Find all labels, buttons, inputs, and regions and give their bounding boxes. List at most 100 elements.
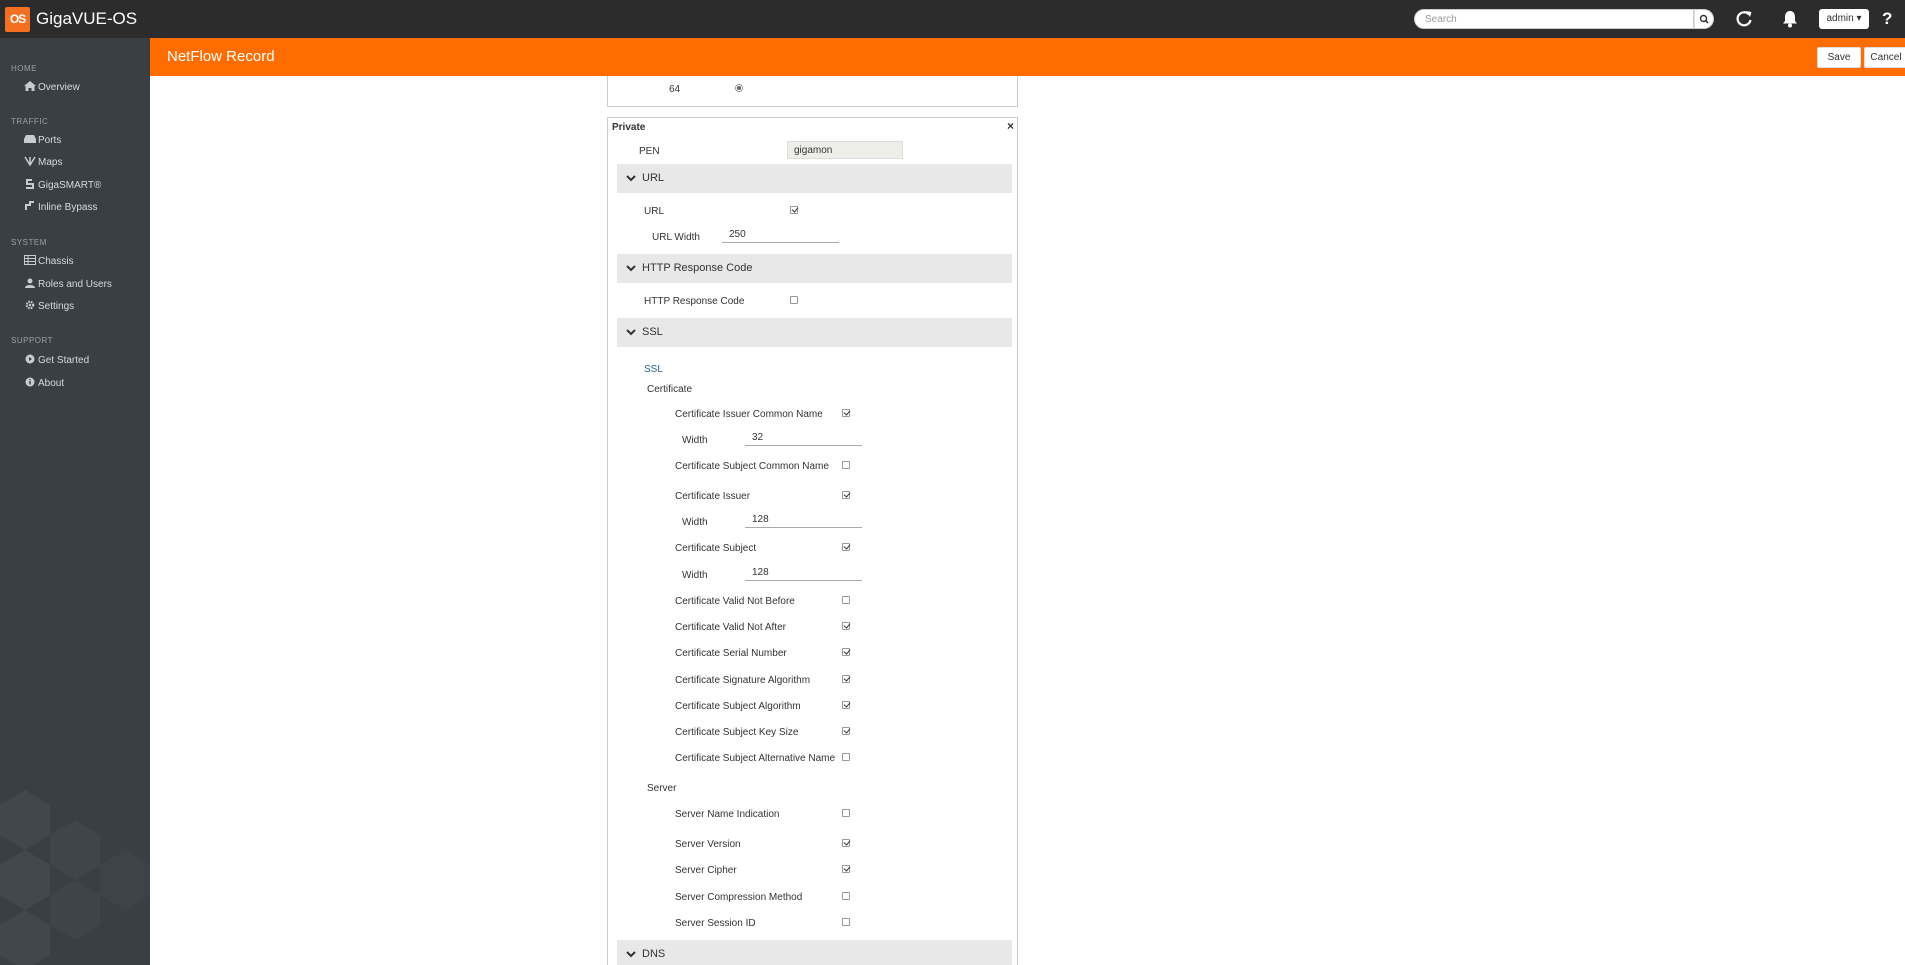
certificate-group-label: Certificate	[647, 384, 693, 395]
http-response-code-checkbox[interactable]	[790, 296, 798, 304]
chevron-down-icon	[626, 329, 636, 336]
url-label: URL	[644, 206, 665, 217]
server-cipher-checkbox[interactable]	[842, 865, 850, 873]
chassis-icon	[24, 255, 36, 265]
maps-icon	[24, 156, 36, 166]
gigasmart-icon	[26, 179, 34, 189]
url-width-label: URL Width	[652, 232, 700, 243]
cert-signature-algorithm-checkbox[interactable]	[842, 675, 850, 683]
sidebar-item-label: Chassis	[38, 256, 74, 267]
server-item-label: Server Session ID	[675, 918, 756, 929]
section-title: SSL	[642, 326, 663, 338]
server-version-checkbox[interactable]	[842, 839, 850, 847]
cert-subject-alternative-name-checkbox[interactable]	[842, 753, 850, 761]
option-value: 64	[669, 84, 681, 95]
app-logo[interactable]: OS	[5, 7, 30, 32]
url-checkbox[interactable]	[790, 206, 798, 214]
chevron-down-icon	[626, 175, 636, 182]
cert-item-label: Certificate Valid Not After	[675, 622, 786, 633]
user-icon	[25, 278, 35, 288]
cert-subject-key-size-checkbox[interactable]	[842, 727, 850, 735]
cert-item-label: Certificate Subject Alternative Name	[675, 753, 836, 764]
option-radio[interactable]	[735, 84, 743, 92]
sidebar-item-label: Ports	[38, 135, 62, 146]
server-item-label: Server Compression Method	[675, 892, 803, 903]
sidebar-item-overview[interactable]: Overview	[24, 80, 80, 96]
cert-valid-not-before-checkbox[interactable]	[842, 596, 850, 604]
cert-issuer-common-name-checkbox[interactable]	[842, 409, 850, 417]
cert-subject-checkbox[interactable]	[842, 543, 850, 551]
http-response-code-label: HTTP Response Code	[644, 296, 745, 307]
sidebar-item-settings[interactable]: Settings	[24, 299, 74, 315]
sidebar-section-support: SUPPORT	[11, 336, 54, 345]
ssl-label: SSL	[644, 364, 663, 375]
chevron-down-icon	[626, 265, 636, 272]
url-width-input[interactable]	[722, 227, 839, 243]
page-title: NetFlow Record	[167, 48, 275, 65]
sidebar-item-label: Overview	[38, 82, 80, 93]
cert-item-label: Certificate Subject Algorithm	[675, 701, 801, 712]
sidebar-section-home: HOME	[11, 64, 37, 73]
help-icon[interactable]: ?	[1882, 8, 1892, 30]
top-bar: OS GigaVUE-OS admin ▾ ?	[0, 0, 1905, 38]
cert-item-label: Certificate Subject Key Size	[675, 727, 799, 738]
user-menu-button[interactable]: admin ▾	[1819, 9, 1869, 29]
server-group-label: Server	[647, 783, 677, 794]
save-button[interactable]: Save	[1817, 47, 1861, 68]
cert-serial-number-checkbox[interactable]	[842, 648, 850, 656]
sidebar-item-roles-and-users[interactable]: Roles and Users	[24, 277, 112, 293]
server-name-indication-checkbox[interactable]	[842, 809, 850, 817]
server-compression-method-checkbox[interactable]	[842, 892, 850, 900]
cert-item-label: Certificate Issuer Common Name	[675, 409, 823, 420]
ssl-section-header[interactable]: SSL	[617, 318, 1012, 347]
dns-section-header[interactable]: DNS	[617, 940, 1012, 965]
sidebar-item-label: About	[38, 378, 65, 389]
refresh-icon[interactable]	[1733, 8, 1755, 30]
close-icon[interactable]: ×	[1007, 119, 1014, 133]
cert-subject-width-input[interactable]	[745, 565, 862, 581]
cert-item-label: Certificate Issuer	[675, 491, 751, 502]
cert-issuer-checkbox[interactable]	[842, 491, 850, 499]
gear-icon	[25, 300, 35, 310]
http-response-code-section-header[interactable]: HTTP Response Code	[617, 254, 1012, 283]
sidebar-item-label: Inline Bypass	[38, 202, 98, 213]
sidebar-item-get-started[interactable]: Get Started	[24, 353, 89, 369]
cert-item-label: Certificate Valid Not Before	[675, 596, 795, 607]
cert-issuer-width-input[interactable]	[745, 512, 862, 528]
search-button[interactable]	[1694, 9, 1714, 29]
sidebar-item-chassis[interactable]: Chassis	[24, 254, 74, 270]
search-input[interactable]	[1414, 9, 1694, 29]
get-started-icon	[25, 354, 35, 364]
home-icon	[24, 81, 36, 91]
cert-valid-not-after-checkbox[interactable]	[842, 622, 850, 630]
sidebar-item-ports[interactable]: Ports	[24, 133, 61, 149]
sidebar-item-about[interactable]: About	[24, 376, 64, 392]
pen-input[interactable]	[787, 141, 903, 159]
sidebar-item-label: GigaSMART®	[38, 180, 102, 191]
sidebar-item-label: Maps	[38, 157, 63, 168]
cert-subject-algorithm-checkbox[interactable]	[842, 701, 850, 709]
sidebar-item-label: Roles and Users	[38, 279, 112, 290]
section-title: DNS	[642, 948, 666, 960]
url-section-header[interactable]: URL	[617, 164, 1012, 193]
width-label: Width	[682, 517, 708, 528]
section-title: URL	[642, 172, 665, 184]
previous-panel: 64	[607, 76, 1018, 107]
width-label: Width	[682, 435, 708, 446]
cancel-button[interactable]: Cancel	[1864, 47, 1905, 68]
cert-issuer-common-name-width-input[interactable]	[745, 430, 862, 446]
server-item-label: Server Version	[675, 839, 741, 850]
sidebar-item-inline-bypass[interactable]: Inline Bypass	[24, 200, 97, 216]
width-label: Width	[682, 570, 708, 581]
app-title[interactable]: GigaVUE-OS	[36, 9, 137, 29]
cert-item-label: Certificate Subject	[675, 543, 757, 554]
cert-subject-common-name-checkbox[interactable]	[842, 461, 850, 469]
server-session-id-checkbox[interactable]	[842, 918, 850, 926]
info-icon	[25, 377, 35, 387]
bell-icon[interactable]	[1779, 8, 1801, 30]
cert-item-label: Certificate Signature Algorithm	[675, 675, 811, 686]
sidebar-item-gigasmart[interactable]: GigaSMART®	[24, 178, 101, 194]
sidebar-item-maps[interactable]: Maps	[24, 155, 62, 171]
server-item-label: Server Name Indication	[675, 809, 780, 820]
sidebar-item-label: Settings	[38, 301, 75, 312]
